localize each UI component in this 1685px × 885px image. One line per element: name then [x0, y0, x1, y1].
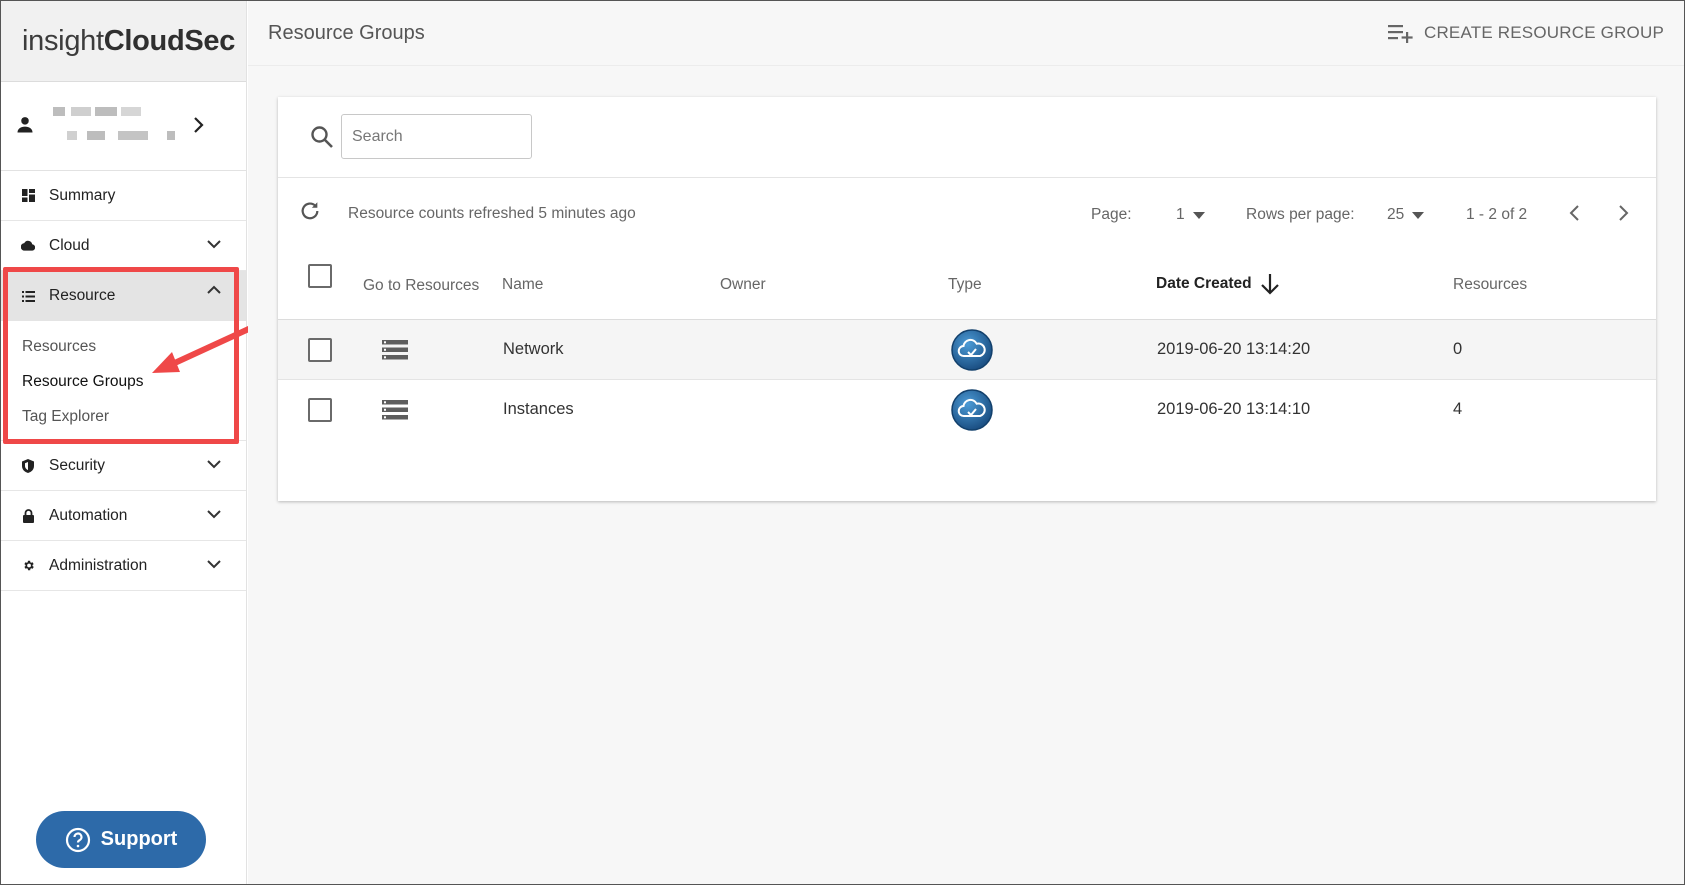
app-logo[interactable]: insight CloudSec: [1, 1, 246, 82]
chevron-up-icon[interactable]: [206, 284, 222, 296]
sidebar-item-security[interactable]: Security: [1, 441, 246, 491]
sidebar-item-label: Administration: [49, 556, 148, 574]
playlist-add-icon: [1387, 25, 1413, 43]
sidebar: insight CloudSec Summary Cloud Resource R…: [1, 1, 247, 884]
support-button[interactable]: Support: [36, 811, 206, 868]
subnav-item-resources[interactable]: Resources: [1, 329, 246, 364]
chevron-down-icon[interactable]: [206, 558, 222, 570]
create-resource-group-button[interactable]: CREATE RESOURCE GROUP: [1387, 23, 1664, 43]
row-date-created: 2019-06-20 13:14:20: [1157, 340, 1311, 358]
row-resources-count: 0: [1453, 340, 1463, 358]
rows-per-page-select[interactable]: 25: [1387, 206, 1425, 224]
top-bar: Resource Groups CREATE RESOURCE GROUP: [248, 1, 1684, 66]
cloud-sync-icon: [951, 389, 993, 431]
page-label: Page:: [1091, 206, 1132, 223]
main-content: Resource Groups CREATE RESOURCE GROUP Re…: [248, 1, 1684, 884]
list-view-icon[interactable]: [382, 400, 408, 420]
table-row[interactable]: Network 2019-06-20 13:14:20 0: [278, 320, 1656, 380]
list-icon: [21, 289, 35, 303]
column-date-created[interactable]: Date Created: [1156, 273, 1280, 295]
rows-per-page-value: 25: [1387, 206, 1405, 223]
chevron-down-icon[interactable]: [206, 238, 222, 250]
subnav-item-tag-explorer[interactable]: Tag Explorer: [1, 399, 246, 434]
column-date-created-label: Date Created: [1156, 275, 1252, 292]
table-header: Go to Resources Name Owner Type Date Cre…: [278, 253, 1656, 320]
user-org-redacted: [87, 131, 105, 140]
column-go-to-resources[interactable]: Go to Resources: [363, 277, 479, 295]
sidebar-item-label: Resource: [49, 287, 116, 304]
chevron-down-icon[interactable]: [206, 458, 222, 470]
row-name[interactable]: Instances: [503, 400, 574, 419]
select-all-checkbox[interactable]: [308, 264, 332, 288]
column-name[interactable]: Name: [502, 276, 543, 294]
resource-groups-card: Resource counts refreshed 5 minutes ago …: [278, 97, 1656, 501]
row-date-created: 2019-06-20 13:14:10: [1157, 400, 1311, 418]
table-toolbar: Resource counts refreshed 5 minutes ago …: [278, 178, 1656, 253]
sidebar-item-label: Security: [49, 456, 105, 474]
sidebar-item-label: Summary: [49, 186, 116, 204]
caret-down-icon: [1412, 211, 1425, 219]
gear-icon: [21, 559, 35, 573]
logo-bold-text: CloudSec: [103, 24, 236, 57]
refresh-status: Resource counts refreshed 5 minutes ago: [348, 205, 636, 222]
refresh-icon[interactable]: [299, 200, 321, 222]
search-icon[interactable]: [310, 125, 334, 149]
list-view-icon[interactable]: [382, 340, 408, 360]
cloud-icon: [21, 239, 35, 253]
help-icon: [65, 827, 90, 852]
sidebar-item-label: Automation: [49, 506, 128, 524]
user-org-redacted: [67, 131, 77, 140]
column-resources[interactable]: Resources: [1453, 276, 1527, 294]
dashboard-icon: [21, 189, 35, 203]
user-name-redacted: [121, 107, 141, 116]
search-input[interactable]: [341, 114, 532, 159]
table-row[interactable]: Instances 2019-06-20 13:14:10 4: [278, 380, 1656, 440]
row-checkbox[interactable]: [308, 338, 332, 362]
shield-icon: [21, 458, 35, 473]
chevron-left-icon[interactable]: [1568, 203, 1582, 223]
page-select[interactable]: 1: [1176, 206, 1205, 224]
chevron-right-icon[interactable]: [1616, 203, 1630, 223]
subnav-item-resource-groups[interactable]: Resource Groups: [1, 364, 246, 399]
caret-down-icon: [1192, 211, 1205, 219]
user-name-redacted: [95, 107, 117, 116]
sidebar-item-cloud[interactable]: Cloud: [1, 221, 246, 271]
sidebar-item-administration[interactable]: Administration: [1, 541, 246, 591]
pagination-range: 1 - 2 of 2: [1466, 206, 1528, 223]
row-resources-count: 4: [1453, 400, 1463, 418]
support-label: Support: [100, 828, 178, 850]
chevron-right-icon[interactable]: [192, 115, 206, 135]
page-value: 1: [1176, 206, 1185, 223]
user-name-redacted: [53, 107, 65, 116]
column-type[interactable]: Type: [948, 276, 982, 294]
create-label: CREATE RESOURCE GROUP: [1423, 23, 1664, 42]
lock-icon: [21, 508, 35, 523]
logo-light-text: insight: [22, 24, 104, 57]
row-checkbox[interactable]: [308, 398, 332, 422]
cloud-sync-icon: [951, 329, 993, 371]
page-title: Resource Groups: [268, 21, 425, 44]
user-org-redacted: [167, 131, 175, 140]
user-org-redacted: [118, 131, 148, 140]
row-name[interactable]: Network: [503, 340, 564, 359]
arrow-down-icon: [1260, 274, 1279, 295]
sidebar-item-resource[interactable]: Resource: [1, 271, 246, 321]
sidebar-item-automation[interactable]: Automation: [1, 491, 246, 541]
user-icon: [17, 117, 33, 133]
column-owner[interactable]: Owner: [720, 276, 766, 294]
resource-subnav: Resources Resource Groups Tag Explorer: [1, 321, 246, 441]
sidebar-item-summary[interactable]: Summary: [1, 171, 246, 221]
rows-per-page-label: Rows per page:: [1246, 206, 1355, 223]
chevron-down-icon[interactable]: [206, 508, 222, 520]
search-row: [278, 97, 1656, 178]
user-panel[interactable]: [1, 82, 246, 171]
sidebar-item-label: Cloud: [49, 236, 90, 254]
user-name-redacted: [71, 107, 91, 116]
